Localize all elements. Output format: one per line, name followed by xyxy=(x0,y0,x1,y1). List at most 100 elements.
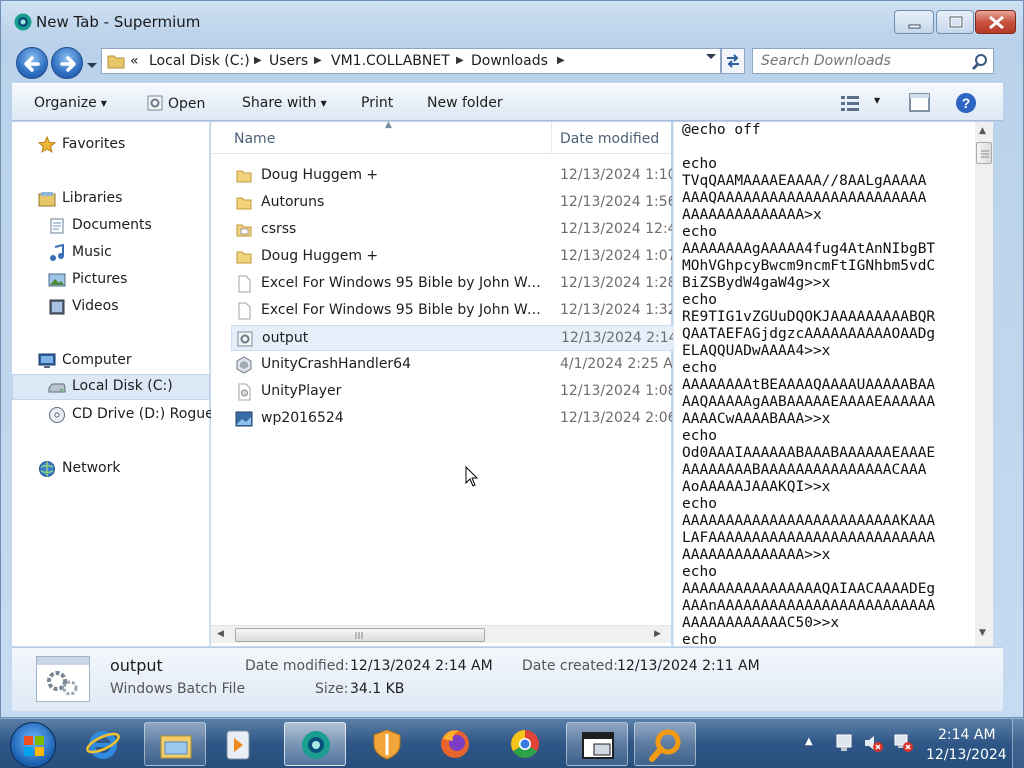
clock-time[interactable]: 2:14 AM xyxy=(938,727,996,743)
maximize-button[interactable] xyxy=(936,10,974,34)
preview-line: AAAQAAAAAAAAAAAAAAAAAAAAAAAA xyxy=(682,190,927,206)
file-row[interactable]: UnityPlayer 12/13/2024 1:08 xyxy=(231,379,672,405)
file-date: 12/13/2024 1:07 xyxy=(560,248,672,264)
address-bar[interactable]: « Local Disk (C:) ▶ Users ▶ VM1.COLLABNE… xyxy=(101,48,721,74)
sidebar-item-favorites[interactable]: Favorites xyxy=(12,132,210,158)
network-disconnected-icon[interactable] xyxy=(892,733,914,753)
file-row-selected[interactable]: output 12/13/2024 2:14 xyxy=(231,325,676,351)
help-button[interactable]: ? xyxy=(955,92,977,118)
taskbar-security[interactable] xyxy=(356,722,418,766)
search-box[interactable] xyxy=(752,48,994,74)
file-row[interactable]: csrss 12/13/2024 12:43 xyxy=(231,217,672,243)
batch-file-icon xyxy=(147,95,163,111)
scrollbar-thumb[interactable] xyxy=(235,628,485,642)
title-bar[interactable]: New Tab - Supermium xyxy=(1,1,1023,41)
horizontal-scrollbar[interactable]: ◀ ▶ xyxy=(211,625,671,643)
breadcrumb-users[interactable]: Users xyxy=(269,53,308,69)
application-icon xyxy=(236,356,252,374)
preview-pane[interactable]: @echo off echo TVqQAAMAAAAEAAAA//8AALgAAA… xyxy=(673,122,975,646)
sidebar-item-computer[interactable]: Computer xyxy=(12,348,210,374)
clock-date[interactable]: 12/13/2024 xyxy=(926,747,1007,763)
organize-menu[interactable]: Organize ▼ xyxy=(34,95,107,111)
breadcrumb-local-disk[interactable]: Local Disk (C:) xyxy=(149,53,250,69)
breadcrumb-separator[interactable]: ▶ xyxy=(557,55,565,66)
folder-icon xyxy=(236,224,252,237)
refresh-icon xyxy=(727,54,739,68)
file-row[interactable]: UnityCrashHandler64 4/1/2024 2:25 AM xyxy=(231,352,672,378)
scroll-right-arrow[interactable]: ▶ xyxy=(654,629,661,639)
details-file-type: Windows Batch File xyxy=(110,681,246,697)
scroll-down-arrow[interactable]: ▼ xyxy=(979,628,986,638)
file-row[interactable]: wp2016524 12/13/2024 2:06 xyxy=(231,406,672,432)
taskbar-internet-explorer[interactable] xyxy=(72,722,134,766)
preview-line: AAAAAAAAAAAAAA>>x xyxy=(682,547,831,563)
breadcrumb-separator[interactable]: ▶ xyxy=(314,55,322,66)
breadcrumb-separator[interactable]: ▶ xyxy=(456,55,464,66)
start-button[interactable] xyxy=(10,722,56,768)
sidebar-item-local-disk[interactable]: Local Disk (C:) xyxy=(12,374,210,400)
refresh-button[interactable] xyxy=(721,48,745,74)
preview-pane-icon xyxy=(909,93,930,112)
view-options-dropdown[interactable]: ▼ xyxy=(874,96,880,105)
minimize-button[interactable] xyxy=(894,10,934,34)
details-date-modified-value: 12/13/2024 2:14 AM xyxy=(350,658,493,674)
file-row[interactable]: Doug Huggem + 12/13/2024 1:10 xyxy=(231,163,672,189)
taskbar-firefox[interactable] xyxy=(424,722,486,766)
file-row[interactable]: Autoruns 12/13/2024 1:56 xyxy=(231,190,672,216)
recent-pages-dropdown[interactable] xyxy=(86,58,98,74)
breadcrumb-separator[interactable]: ▶ xyxy=(254,55,262,66)
file-row[interactable]: Excel For Windows 95 Bible by John Walk.… xyxy=(231,271,672,297)
breadcrumb-downloads[interactable]: Downloads xyxy=(471,53,548,69)
breadcrumb-overflow[interactable]: « xyxy=(130,53,139,69)
sidebar-item-music[interactable]: Music xyxy=(12,240,210,266)
open-label: Open xyxy=(168,96,206,112)
forward-button[interactable] xyxy=(51,47,83,79)
open-button[interactable]: Open xyxy=(146,95,205,112)
sidebar-item-network[interactable]: Network xyxy=(12,456,210,482)
file-name: wp2016524 xyxy=(261,410,344,426)
taskbar-supermium[interactable] xyxy=(284,722,346,766)
change-view-button[interactable] xyxy=(840,94,862,116)
sidebar-item-pictures[interactable]: Pictures xyxy=(12,267,210,293)
back-button[interactable] xyxy=(16,47,48,79)
libraries-icon xyxy=(38,192,56,207)
scroll-left-arrow[interactable]: ◀ xyxy=(217,629,224,639)
folder-icon xyxy=(236,251,252,264)
new-folder-button[interactable]: New folder xyxy=(427,95,503,111)
sidebar-item-videos[interactable]: Videos xyxy=(12,294,210,320)
taskbar-media-player[interactable] xyxy=(208,722,270,766)
close-button[interactable] xyxy=(975,10,1016,34)
details-size-label: Size: xyxy=(315,681,349,697)
file-row[interactable]: Excel For Windows 95 Bible by John Walk.… xyxy=(231,298,672,324)
star-icon xyxy=(38,136,56,154)
file-row[interactable]: Doug Huggem + 12/13/2024 1:07 xyxy=(231,244,672,270)
sidebar-label: Music xyxy=(72,244,112,260)
preview-line: AAAAAAAABAAAAAAAAAAAAAAACAAA xyxy=(682,462,927,478)
taskbar-magnifier[interactable] xyxy=(634,722,696,766)
sidebar-item-documents[interactable]: Documents xyxy=(12,213,210,239)
grip-icon xyxy=(355,632,363,639)
sidebar-item-cd-drive[interactable]: CD Drive (D:) Rogue xyxy=(12,402,214,428)
volume-muted-icon[interactable] xyxy=(862,733,884,753)
share-with-menu[interactable]: Share with ▼ xyxy=(242,95,327,111)
print-button[interactable]: Print xyxy=(361,95,393,111)
scroll-up-arrow[interactable]: ▲ xyxy=(979,126,986,136)
preview-pane-button[interactable] xyxy=(909,93,931,117)
search-input[interactable] xyxy=(761,53,961,69)
column-header-name[interactable]: Name xyxy=(234,131,275,147)
column-divider[interactable] xyxy=(551,122,552,154)
breadcrumb-vm1-collabnet[interactable]: VM1.COLLABNET xyxy=(331,53,450,69)
taskbar-windows-explorer[interactable] xyxy=(144,722,206,766)
vertical-scrollbar[interactable]: ▲ ▼ xyxy=(975,122,993,646)
sidebar-item-libraries[interactable]: Libraries xyxy=(12,186,210,212)
supermium-app-icon[interactable] xyxy=(13,12,33,32)
scrollbar-thumb[interactable] xyxy=(976,142,992,164)
taskbar-chrome[interactable] xyxy=(494,722,556,766)
address-history-dropdown[interactable] xyxy=(705,53,717,64)
show-desktop-button[interactable] xyxy=(1012,719,1024,768)
search-icon[interactable] xyxy=(971,53,989,75)
column-header-date-modified[interactable]: Date modified xyxy=(560,131,659,147)
action-center-icon[interactable] xyxy=(833,733,855,753)
show-hidden-icons-button[interactable]: ▲ xyxy=(805,736,813,747)
taskbar-window-app[interactable] xyxy=(566,722,628,766)
